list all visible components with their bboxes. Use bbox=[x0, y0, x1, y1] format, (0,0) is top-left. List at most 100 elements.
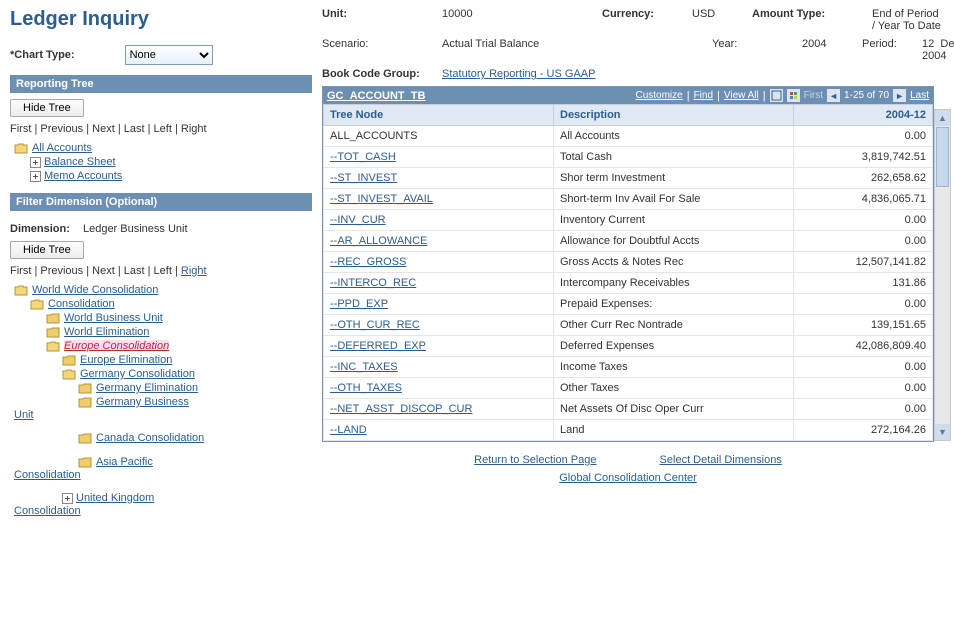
tree-node[interactable]: Germany Elimination bbox=[96, 382, 198, 394]
tree-node[interactable]: Europe Consolidation bbox=[64, 340, 169, 352]
table-row: --INC_TAXESIncome Taxes0.00 bbox=[324, 357, 933, 378]
nav-last[interactable]: Last bbox=[124, 265, 145, 277]
scroll-thumb[interactable] bbox=[936, 127, 949, 187]
nav-previous[interactable]: Previous bbox=[40, 123, 83, 135]
grid-scrollbar[interactable]: ▲ ▼ bbox=[934, 109, 951, 441]
tree-node-link[interactable]: --NET_ASST_DISCOP_CUR bbox=[330, 403, 472, 415]
tree-node-wrap[interactable]: Unit bbox=[14, 409, 34, 421]
expand-icon[interactable] bbox=[30, 171, 41, 182]
table-row: --OTH_TAXESOther Taxes0.00 bbox=[324, 378, 933, 399]
amount-cell: 272,164.26 bbox=[794, 420, 933, 441]
tree-node-link[interactable]: --LAND bbox=[330, 424, 367, 436]
table-row: --NET_ASST_DISCOP_CURNet Assets Of Disc … bbox=[324, 399, 933, 420]
folder-icon bbox=[30, 298, 44, 310]
tree-node-wrap[interactable]: Consolidation bbox=[14, 469, 81, 481]
folder-icon bbox=[46, 340, 60, 352]
grid-next-icon[interactable]: ► bbox=[893, 89, 906, 102]
col-description[interactable]: Description bbox=[554, 105, 794, 126]
tree-node-link[interactable]: --TOT_CASH bbox=[330, 151, 396, 163]
description-cell: Allowance for Doubtful Accts bbox=[554, 231, 794, 252]
year-value: 2004 bbox=[802, 38, 862, 62]
tree-node-link[interactable]: --OTH_TAXES bbox=[330, 382, 402, 394]
chart-type-select[interactable]: None bbox=[125, 45, 213, 65]
tree-node[interactable]: World Business Unit bbox=[64, 312, 163, 324]
nav-right[interactable]: Right bbox=[181, 123, 207, 135]
hide-tree-button-reporting[interactable]: Hide Tree bbox=[10, 99, 84, 117]
col-tree-node[interactable]: Tree Node bbox=[324, 105, 554, 126]
tree-node[interactable]: Asia Pacific bbox=[96, 456, 153, 468]
tree-node[interactable]: Europe Elimination bbox=[80, 354, 172, 366]
tree-memo-accounts[interactable]: Memo Accounts bbox=[44, 170, 122, 182]
folder-icon bbox=[62, 368, 76, 380]
tree-node-wrap[interactable]: Consolidation bbox=[14, 505, 81, 517]
tree-node-link[interactable]: --PPD_EXP bbox=[330, 298, 388, 310]
amount-cell: 4,836,065.71 bbox=[794, 189, 933, 210]
expand-icon[interactable] bbox=[62, 493, 73, 504]
grid-last-link[interactable]: Last bbox=[910, 90, 929, 101]
col-amount[interactable]: 2004-12 bbox=[794, 105, 933, 126]
tree-node-link[interactable]: --AR_ALLOWANCE bbox=[330, 235, 427, 247]
scroll-up-icon[interactable]: ▲ bbox=[935, 110, 950, 126]
tree-all-accounts[interactable]: All Accounts bbox=[32, 142, 92, 154]
zoom-icon[interactable] bbox=[770, 89, 783, 102]
grid-prev-icon[interactable]: ◄ bbox=[827, 89, 840, 102]
book-code-link[interactable]: Statutory Reporting - US GAAP bbox=[442, 68, 595, 80]
description-cell: Other Curr Rec Nontrade bbox=[554, 315, 794, 336]
nav-first[interactable]: First bbox=[10, 123, 31, 135]
return-selection-link[interactable]: Return to Selection Page bbox=[474, 454, 596, 466]
hide-tree-button-filter[interactable]: Hide Tree bbox=[10, 241, 84, 259]
amount-cell: 0.00 bbox=[794, 126, 933, 147]
tree-node-link[interactable]: --ST_INVEST bbox=[330, 172, 397, 184]
grid-viewall-link[interactable]: View All bbox=[724, 90, 759, 101]
description-cell: Total Cash bbox=[554, 147, 794, 168]
book-code-label: Book Code Group: bbox=[322, 68, 436, 80]
scenario-label: Scenario: bbox=[322, 38, 442, 62]
data-grid: GC_ACCOUNT_TB Customize| Find| View All|… bbox=[322, 86, 934, 442]
nav-right[interactable]: Right bbox=[181, 265, 207, 277]
tree-node[interactable]: Canada Consolidation bbox=[96, 432, 204, 444]
description-cell: Income Taxes bbox=[554, 357, 794, 378]
tree-node-link[interactable]: --INV_CUR bbox=[330, 214, 386, 226]
global-consolidation-link[interactable]: Global Consolidation Center bbox=[559, 472, 697, 484]
nav-previous[interactable]: Previous bbox=[40, 265, 83, 277]
grid-range: 1-25 of 70 bbox=[844, 90, 889, 101]
tree-node-link[interactable]: --OTH_CUR_REC bbox=[330, 319, 420, 331]
tree-node-link[interactable]: --ST_INVEST_AVAIL bbox=[330, 193, 433, 205]
scroll-down-icon[interactable]: ▼ bbox=[935, 424, 950, 440]
tree-node-link[interactable]: --INTERCO_REC bbox=[330, 277, 416, 289]
table-row: --AR_ALLOWANCE Allowance for Doubtful Acc… bbox=[324, 231, 933, 252]
description-cell: Deferred Expenses bbox=[554, 336, 794, 357]
filter-tree-nav: First | Previous | Next | Last | Left | … bbox=[10, 265, 312, 277]
nav-left[interactable]: Left bbox=[154, 265, 172, 277]
tree-node[interactable]: United Kingdom bbox=[76, 492, 154, 504]
nav-next[interactable]: Next bbox=[92, 123, 115, 135]
description-cell: Gross Accts & Notes Rec bbox=[554, 252, 794, 273]
description-cell: Inventory Current bbox=[554, 210, 794, 231]
tree-node[interactable]: Germany Business bbox=[96, 396, 189, 408]
period-value: 12 Dec 2004 bbox=[922, 38, 954, 62]
amount-cell: 262,658.62 bbox=[794, 168, 933, 189]
grid-find-link[interactable]: Find bbox=[694, 90, 713, 101]
tree-node-link[interactable]: --INC_TAXES bbox=[330, 361, 398, 373]
nav-left[interactable]: Left bbox=[154, 123, 172, 135]
tree-node-link[interactable]: --DEFERRED_EXP bbox=[330, 340, 426, 352]
tree-node[interactable]: Consolidation bbox=[48, 298, 115, 310]
grid-customize-link[interactable]: Customize bbox=[635, 90, 682, 101]
tree-node-link[interactable]: --REC_GROSS bbox=[330, 256, 406, 268]
grid-title[interactable]: GC_ACCOUNT_TB bbox=[327, 90, 425, 102]
currency-label: Currency: bbox=[602, 8, 692, 32]
select-detail-link[interactable]: Select Detail Dimensions bbox=[660, 454, 782, 466]
nav-last[interactable]: Last bbox=[124, 123, 145, 135]
tree-node[interactable]: World Wide Consolidation bbox=[32, 284, 158, 296]
download-icon[interactable] bbox=[787, 89, 800, 102]
grid-first-link[interactable]: First bbox=[804, 90, 823, 101]
currency-value: USD bbox=[692, 8, 752, 32]
tree-balance-sheet[interactable]: Balance Sheet bbox=[44, 156, 116, 168]
folder-icon bbox=[46, 326, 60, 338]
nav-first[interactable]: First bbox=[10, 265, 31, 277]
folder-icon bbox=[78, 432, 92, 444]
nav-next[interactable]: Next bbox=[92, 265, 115, 277]
tree-node[interactable]: Germany Consolidation bbox=[80, 368, 195, 380]
expand-icon[interactable] bbox=[30, 157, 41, 168]
tree-node[interactable]: World Elimination bbox=[64, 326, 149, 338]
